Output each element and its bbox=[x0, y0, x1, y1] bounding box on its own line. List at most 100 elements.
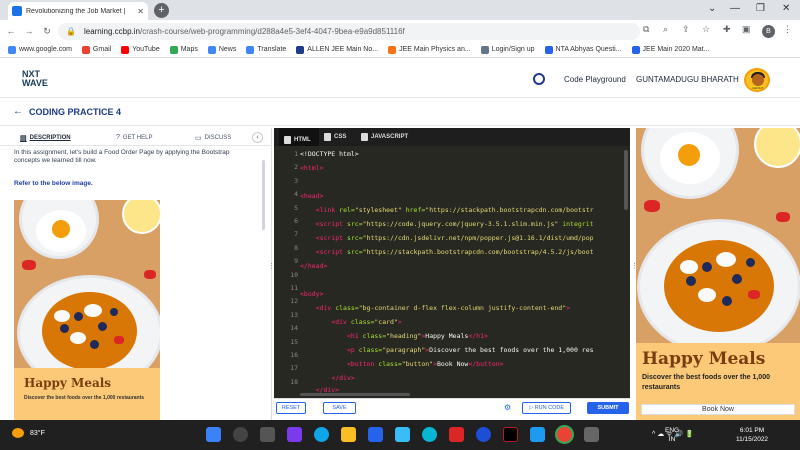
gear-icon[interactable]: ⚙ bbox=[504, 403, 511, 412]
left-scrollbar[interactable] bbox=[262, 160, 265, 230]
nxtwave-logo[interactable]: NXT WAVE bbox=[22, 70, 48, 88]
bookmark-item[interactable]: Login/Sign up bbox=[480, 45, 535, 54]
reset-button[interactable]: RESET bbox=[276, 402, 306, 414]
editor-horizontal-scrollbar[interactable] bbox=[300, 393, 410, 396]
tab-javascript[interactable]: JAVASCRIPT bbox=[361, 133, 408, 141]
line-number: 17 bbox=[290, 364, 298, 373]
bookmark-item[interactable]: JEE Main 2020 Mat... bbox=[631, 45, 709, 54]
weather-widget[interactable]: 83°F bbox=[12, 428, 45, 438]
netflix-icon[interactable] bbox=[503, 427, 518, 442]
browser-tab[interactable]: Revolutionizing the Job Market | ✕ bbox=[8, 2, 148, 20]
tab-css[interactable]: CSS bbox=[324, 133, 346, 141]
bookmark-item[interactable]: ALLEN JEE Main No... bbox=[296, 45, 378, 54]
bookmark-item[interactable]: NTA Abhyas Questi... bbox=[544, 45, 622, 54]
bookmark-item[interactable]: Gmail bbox=[81, 45, 111, 54]
line-number: 3 bbox=[294, 176, 298, 185]
description-text: In this assignment, let's build a Food O… bbox=[14, 149, 230, 164]
line-number: 13 bbox=[290, 310, 298, 319]
collapse-panel-button[interactable]: ‹ bbox=[252, 132, 263, 143]
url-path: /crash-course/web-programming/d288a4e5-3… bbox=[140, 27, 405, 36]
back-icon[interactable]: ← bbox=[4, 26, 18, 36]
alexa-icon[interactable] bbox=[422, 427, 437, 442]
bookmark-item[interactable]: JEE Main Physics an... bbox=[388, 45, 471, 54]
bookmark-icon bbox=[81, 45, 90, 54]
l-app-icon[interactable] bbox=[395, 427, 410, 442]
chrome-icon[interactable] bbox=[557, 427, 572, 442]
extensions-icon[interactable]: ✚ bbox=[723, 24, 731, 35]
code-line: <head> bbox=[300, 192, 324, 200]
side-panel-icon[interactable]: ▣ bbox=[742, 24, 751, 35]
save-button[interactable]: SAVE bbox=[323, 402, 356, 414]
avatar[interactable]: GENIUS bbox=[744, 68, 770, 92]
window-close-icon[interactable]: ✕ bbox=[782, 3, 790, 14]
reference-paragraph: Discover the best foods over the 1,000 r… bbox=[24, 395, 145, 401]
run-code-button[interactable]: ▷ RUN CODE bbox=[522, 402, 571, 414]
mcafee-icon[interactable] bbox=[449, 427, 464, 442]
line-number: 8 bbox=[294, 243, 298, 252]
bookmark-icon bbox=[480, 45, 489, 54]
minimize-icon[interactable]: — bbox=[730, 3, 740, 14]
twitter-icon[interactable] bbox=[530, 427, 545, 442]
clock[interactable]: 6:01 PM 11/15/2022 bbox=[736, 426, 768, 444]
teams-icon[interactable] bbox=[287, 427, 302, 442]
open-in-app-icon[interactable]: ⧉ bbox=[643, 24, 649, 35]
reload-icon[interactable]: ↻ bbox=[40, 26, 54, 37]
bookmark-item[interactable]: News bbox=[207, 45, 236, 54]
tab-discuss[interactable]: ▭ DISCUSS bbox=[195, 134, 231, 142]
weather-icon bbox=[12, 428, 24, 438]
bookmark-item[interactable]: YouTube bbox=[121, 45, 160, 54]
start-icon[interactable] bbox=[206, 427, 221, 442]
bookmark-item[interactable]: Maps bbox=[169, 45, 198, 54]
page-title: CODING PRACTICE 4 bbox=[29, 107, 122, 117]
tab-close-icon[interactable]: ✕ bbox=[137, 7, 144, 16]
code-line: <div class="bg-container d-flex flex-col… bbox=[315, 304, 571, 312]
back-arrow-icon[interactable]: ← bbox=[13, 106, 23, 117]
bookmark-icon bbox=[8, 45, 16, 54]
new-tab-button[interactable]: + bbox=[154, 3, 169, 18]
search-icon[interactable]: ⌕ bbox=[663, 24, 668, 35]
tabs-dropdown-icon[interactable]: ⌄ bbox=[708, 3, 716, 14]
address-bar[interactable]: 🔒 learning.ccbp.in /crash-course/web-pro… bbox=[58, 23, 640, 40]
edge-icon[interactable] bbox=[314, 427, 329, 442]
file-explorer-icon[interactable] bbox=[341, 427, 356, 442]
timer-icon[interactable] bbox=[533, 73, 545, 85]
code-line: <h1 class="heading">Happy Meals</h1> bbox=[346, 332, 488, 340]
code-line: <!DOCTYPE html> bbox=[300, 150, 359, 158]
share-icon[interactable]: ⇪ bbox=[682, 24, 690, 35]
code-line: </div> bbox=[331, 374, 355, 382]
left-panel-tabs: ▤ DESCRIPTION ? GET HELP ▭ DISCUSS bbox=[0, 128, 272, 146]
mail-icon[interactable] bbox=[368, 427, 383, 442]
forward-icon[interactable]: → bbox=[22, 26, 36, 36]
profile-avatar[interactable]: B bbox=[762, 25, 775, 38]
photos-icon[interactable] bbox=[584, 427, 599, 442]
line-number: 15 bbox=[290, 337, 298, 346]
code-line: <script src="https://stackpath.bootstrap… bbox=[315, 248, 594, 256]
editor-vertical-scrollbar[interactable] bbox=[624, 150, 628, 210]
bookmark-star-icon[interactable]: ☆ bbox=[702, 24, 710, 35]
tab-html[interactable]: HTML bbox=[279, 128, 319, 146]
code-playground-link[interactable]: Code Playground bbox=[564, 75, 626, 84]
book-now-button[interactable]: Book Now bbox=[641, 404, 795, 415]
tab-description[interactable]: ▤ DESCRIPTION bbox=[20, 134, 71, 142]
help-icon: ? bbox=[116, 134, 120, 141]
task-view-icon[interactable] bbox=[260, 427, 275, 442]
search-taskbar-icon[interactable] bbox=[233, 427, 248, 442]
tab-favicon-icon bbox=[12, 6, 22, 16]
menu-icon[interactable]: ⋮ bbox=[783, 24, 792, 35]
tab-title: Revolutionizing the Job Market | bbox=[26, 7, 126, 15]
bookmark-item[interactable]: www.google.com bbox=[8, 45, 72, 54]
language-indicator[interactable]: ENG IN bbox=[665, 426, 679, 444]
reference-food-image bbox=[14, 200, 160, 368]
css-icon bbox=[324, 133, 331, 141]
line-number: 14 bbox=[290, 324, 298, 333]
refer-text: Refer to the below image. bbox=[14, 180, 93, 187]
bookmark-item[interactable]: Translate bbox=[246, 45, 286, 54]
tab-get-help[interactable]: ? GET HELP bbox=[116, 134, 152, 141]
code-line: <div class="card"> bbox=[331, 318, 402, 326]
media-player-icon[interactable] bbox=[476, 427, 491, 442]
submit-button[interactable]: SUBMIT bbox=[587, 402, 629, 414]
document-icon: ▤ bbox=[20, 135, 27, 142]
reference-card: Happy Meals Discover the best foods over… bbox=[14, 368, 160, 420]
maximize-icon[interactable]: ❐ bbox=[756, 3, 765, 14]
username: GUNTAMADUGU BHARATH bbox=[636, 75, 739, 84]
